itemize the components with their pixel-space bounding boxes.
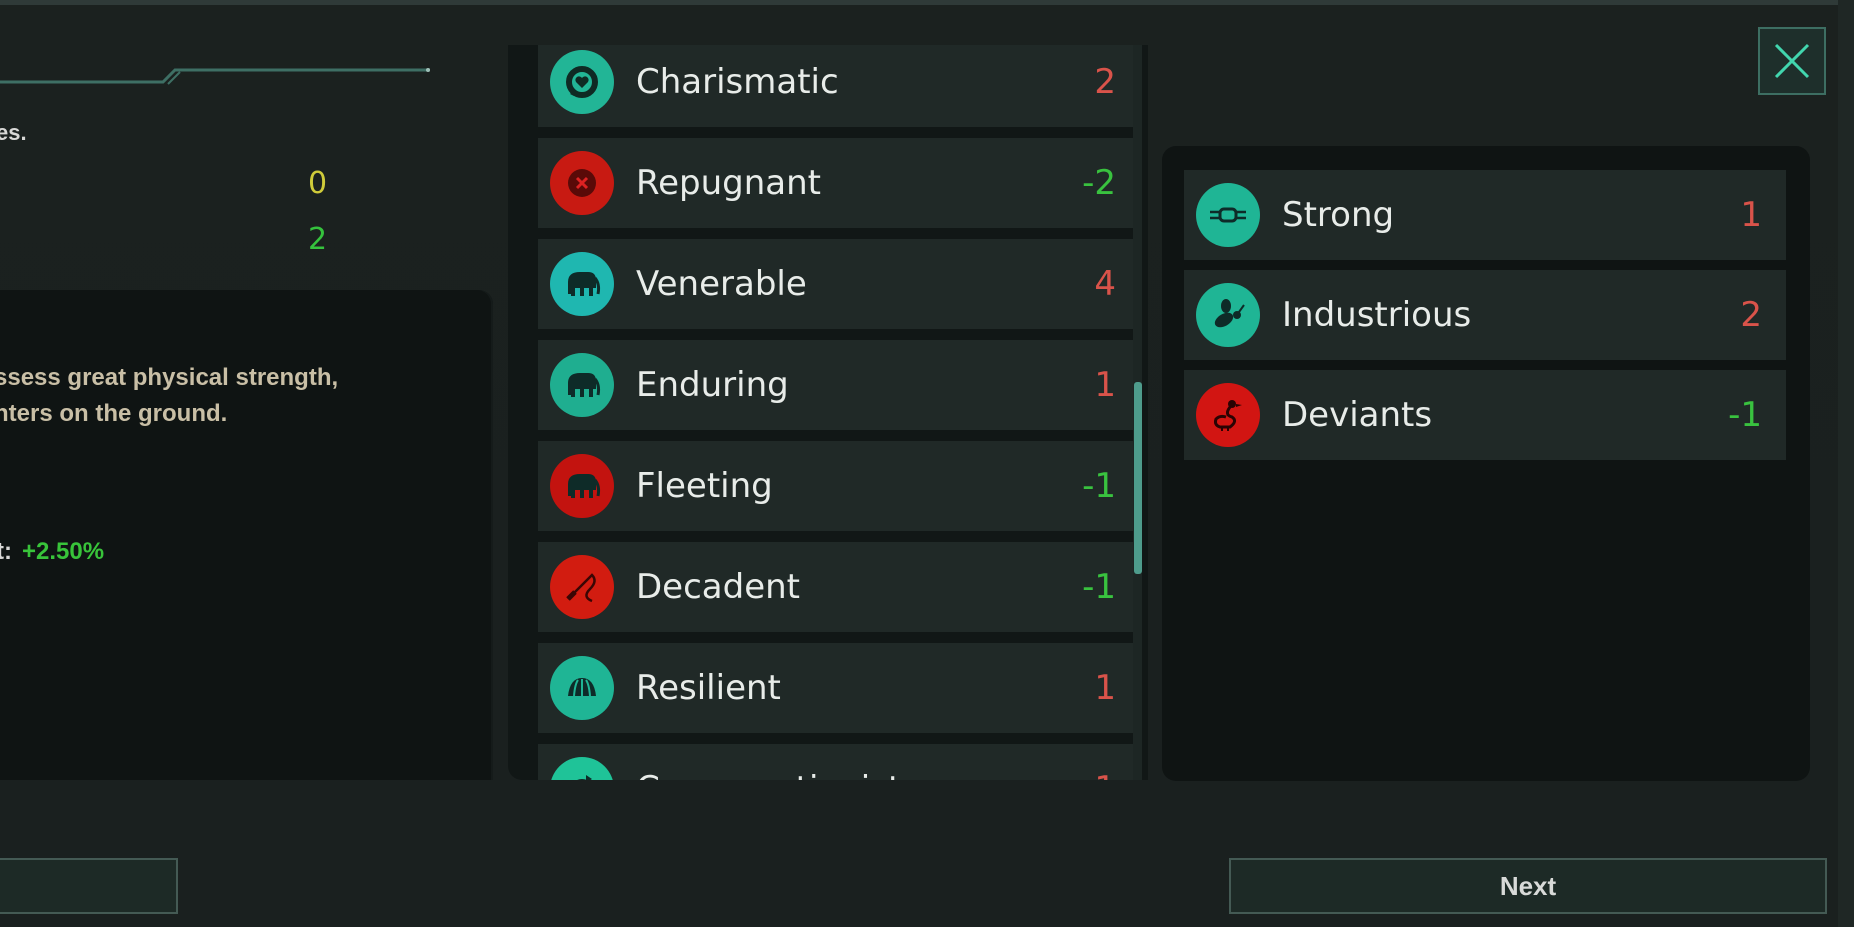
- trait-points-value: 0: [308, 166, 328, 201]
- trait-cost: 2: [1740, 295, 1762, 335]
- trait-name: Deviants: [1282, 395, 1433, 435]
- trait-cost: 1: [1740, 195, 1762, 235]
- decorative-header-line: [0, 68, 430, 85]
- trait-name: Decadent: [636, 567, 801, 607]
- whip-icon: [550, 555, 614, 619]
- trait-list-scroll-thumb[interactable]: [1134, 382, 1142, 574]
- trait-cost: -1: [1728, 395, 1762, 435]
- trait-description-text: ssess great physical strength, hters on …: [0, 360, 474, 432]
- trait-picks-value: 2: [308, 222, 328, 257]
- close-button[interactable]: [1758, 27, 1826, 95]
- elephant-icon: [550, 454, 614, 518]
- next-button-label: Next: [1499, 870, 1557, 901]
- trait-name: Venerable: [636, 264, 807, 304]
- recycle-icon: [550, 757, 614, 780]
- speech-x-icon: [550, 151, 614, 215]
- chain-icon: [1196, 183, 1260, 247]
- close-icon: [1774, 43, 1810, 79]
- trait-row-charismatic[interactable]: Charismatic 2: [538, 45, 1140, 127]
- trait-row-fleeting[interactable]: Fleeting -1: [538, 441, 1140, 531]
- trait-row-industrious-selected[interactable]: Industrious 2: [1184, 270, 1786, 360]
- trait-name: Conservationist: [636, 769, 1094, 780]
- window-top-border: [0, 0, 1854, 5]
- elephant-icon: [550, 353, 614, 417]
- selected-traits-panel: Strong 1 Industrious 2 Deviants -1: [1162, 146, 1810, 781]
- trait-cost: 1: [1094, 769, 1116, 780]
- elephant-icon: [550, 252, 614, 316]
- trait-cost: -1: [1082, 466, 1116, 506]
- trait-cost: 2: [1094, 62, 1116, 102]
- duck-icon: [1196, 383, 1260, 447]
- trait-cost: 4: [1094, 264, 1116, 304]
- trait-name: Charismatic: [636, 62, 839, 102]
- trait-name: Strong: [1282, 195, 1395, 235]
- trait-cost: 1: [1094, 365, 1116, 405]
- speech-heart-icon: [550, 50, 614, 114]
- instruction-text: es.: [0, 120, 27, 145]
- armadillo-icon: [550, 656, 614, 720]
- trait-name: Repugnant: [636, 163, 821, 203]
- trait-row-decadent[interactable]: Decadent -1: [538, 542, 1140, 632]
- trait-row-strong-selected[interactable]: Strong 1: [1184, 170, 1786, 260]
- window-right-edge: [1838, 0, 1854, 927]
- trait-row-resilient[interactable]: Resilient 1: [538, 643, 1140, 733]
- trait-name: Fleeting: [636, 466, 773, 506]
- trait-cost: -1: [1082, 567, 1116, 607]
- bee-icon: [1196, 283, 1260, 347]
- trait-name: Resilient: [636, 668, 781, 708]
- trait-effect: t: +2.50%: [0, 538, 104, 566]
- trait-row-conservationist[interactable]: Conservationist1: [538, 744, 1140, 780]
- trait-description-panel: ssess great physical strength, hters on …: [0, 290, 493, 780]
- trait-name: Enduring: [636, 365, 789, 405]
- trait-cost: 1: [1094, 668, 1116, 708]
- next-button[interactable]: Next: [1229, 858, 1827, 914]
- description-line-1: ssess great physical strength,: [0, 364, 339, 391]
- trait-row-venerable[interactable]: Venerable 4: [538, 239, 1140, 329]
- effect-value: +2.50%: [21, 538, 105, 565]
- description-line-2: hters on the ground.: [0, 400, 228, 427]
- trait-row-enduring[interactable]: Enduring 1: [538, 340, 1140, 430]
- back-button[interactable]: [0, 858, 178, 914]
- trait-row-deviants-selected[interactable]: Deviants -1: [1184, 370, 1786, 460]
- trait-name: Industrious: [1282, 295, 1472, 335]
- trait-row-repugnant[interactable]: Repugnant -2: [538, 138, 1140, 228]
- available-traits-list[interactable]: Charismatic 2 Repugnant -2 Venerable 4 Endurin…: [508, 45, 1148, 780]
- trait-cost: -2: [1082, 163, 1116, 203]
- effect-label: t:: [0, 538, 12, 565]
